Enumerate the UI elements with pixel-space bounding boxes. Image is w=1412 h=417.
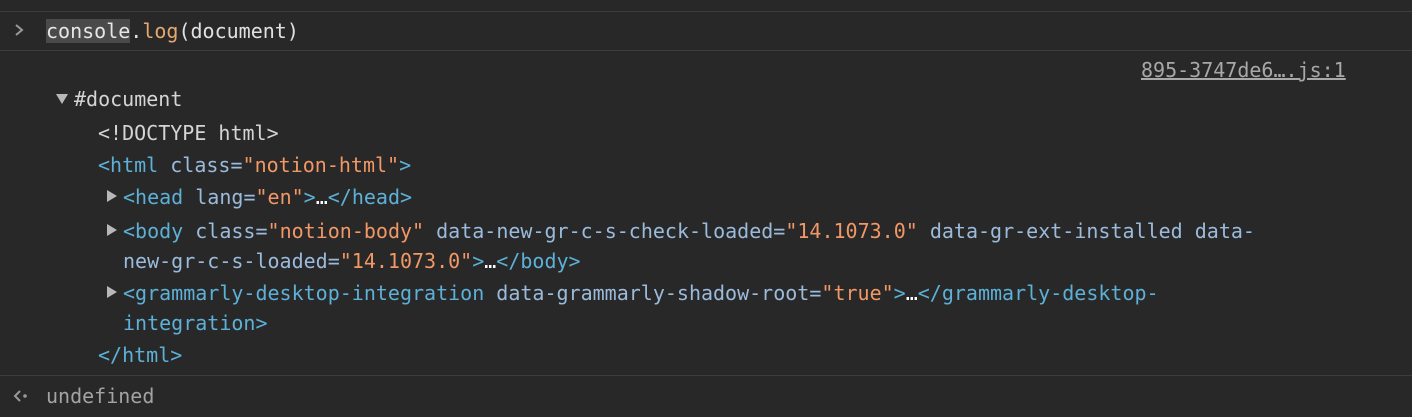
head-lang-value: "en" (255, 185, 304, 209)
html-close-node[interactable]: </html> (98, 341, 182, 369)
body-loaded-attr-part2: new-gr-c-s-loaded (123, 249, 328, 273)
console-input-row[interactable]: console.log(document) (0, 12, 1412, 51)
body-loaded-value: "14.1073.0" (339, 249, 473, 273)
document-node[interactable]: #document (74, 85, 182, 113)
grammarly-gt: > (893, 281, 906, 305)
document-label: #document (74, 87, 183, 111)
body-loaded-attr-part1: data- (1194, 219, 1255, 243)
body-eq-2: = (773, 219, 786, 243)
grammarly-close-tag-part2: integration> (123, 311, 268, 335)
html-open-close: > (399, 153, 412, 177)
grammarly-shadow-root-attr: data-grammarly-shadow-root (496, 281, 810, 305)
grammarly-node[interactable]: <grammarly-desktop-integration data-gram… (123, 279, 1159, 307)
body-node-wrap[interactable]: new-gr-c-s-loaded="14.1073.0">…</body> (123, 247, 581, 275)
html-open-tag: <html (98, 153, 159, 177)
grammarly-eq: = (809, 281, 822, 305)
body-close-tag: </body> (496, 249, 581, 273)
command-object: console (46, 19, 131, 43)
console-result-row: undefined (0, 375, 1412, 417)
command-argument: document (190, 19, 287, 43)
body-gt: > (472, 249, 485, 273)
grammarly-shadow-root-value: "true" (821, 281, 894, 305)
head-node[interactable]: <head lang="en">…</head> (123, 183, 412, 211)
command-dot: . (130, 19, 143, 43)
source-link[interactable]: 895-3747de6….js:1 (1141, 57, 1346, 83)
expand-triangle-icon[interactable] (107, 190, 117, 202)
grammarly-close-tag-part1: </grammarly-desktop- (917, 281, 1159, 305)
head-ellipsis[interactable]: … (316, 185, 328, 209)
body-check-loaded-value: "14.1073.0" (785, 219, 918, 243)
doctype-node[interactable]: <!DOCTYPE html> (98, 119, 279, 147)
body-class-attr: class (195, 219, 256, 243)
grammarly-ellipsis[interactable]: … (906, 281, 918, 305)
command-method: log (142, 19, 179, 43)
grammarly-open-tag: <grammarly-desktop-integration (123, 281, 485, 305)
previous-entry-strip (0, 0, 1412, 12)
result-value: undefined (46, 384, 155, 408)
body-check-loaded-attr: data-new-gr-c-s-check-loaded (436, 219, 774, 243)
html-class-attr: class (170, 153, 231, 177)
expand-triangle-icon[interactable] (107, 286, 117, 298)
collapse-triangle-icon[interactable] (56, 94, 68, 104)
return-arrow-icon (12, 384, 32, 408)
expand-triangle-icon[interactable] (107, 224, 117, 236)
chevron-right-icon (13, 18, 31, 42)
head-close-tag: </head> (327, 185, 413, 209)
console-command[interactable]: console.log(document) (46, 18, 299, 44)
head-gt: > (303, 185, 316, 209)
body-node[interactable]: <body class="notion-body" data-new-gr-c-… (123, 217, 1255, 245)
command-close-paren: ) (286, 19, 299, 43)
doctype-label: <!DOCTYPE html> (98, 121, 279, 145)
head-open-tag: <head (123, 185, 184, 209)
html-node[interactable]: <html class="notion-html"> (98, 151, 411, 179)
html-eq: = (230, 153, 243, 177)
command-open-paren: ( (178, 19, 191, 43)
head-lang-attr: lang (195, 185, 244, 209)
body-eq-1: = (255, 219, 268, 243)
html-class-value: "notion-html" (242, 153, 400, 177)
grammarly-node-wrap[interactable]: integration> (123, 309, 268, 337)
body-eq-3: = (327, 249, 340, 273)
head-eq: = (243, 185, 256, 209)
body-open-tag: <body (123, 219, 184, 243)
html-close-tag: </html> (98, 343, 183, 367)
body-class-value: "notion-body" (267, 219, 425, 243)
body-ellipsis[interactable]: … (484, 249, 496, 273)
body-ext-installed-attr: data-gr-ext-installed (929, 219, 1183, 243)
